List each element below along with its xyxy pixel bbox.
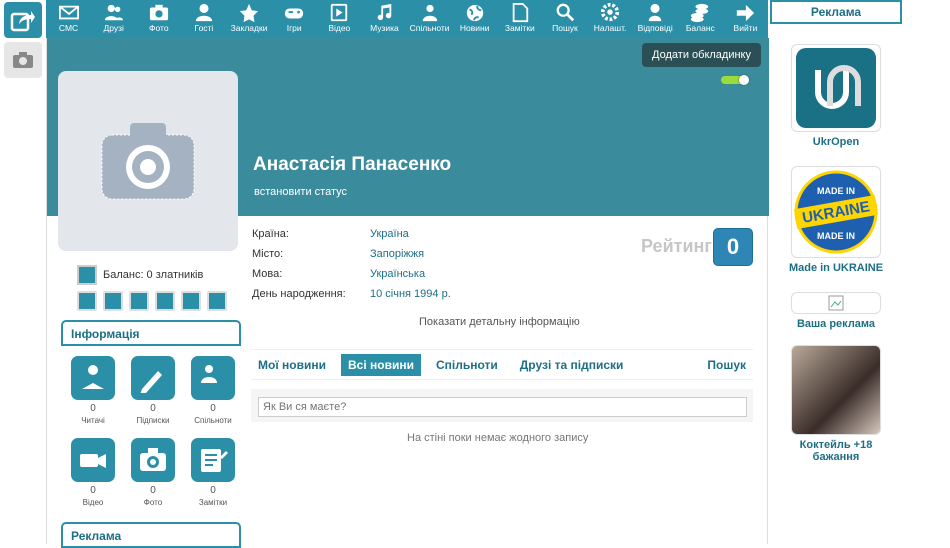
share-arrow-icon [10, 11, 35, 32]
nav-item-guest[interactable]: Гості [181, 0, 226, 38]
tab-3[interactable]: Друзі та підписки [513, 354, 631, 376]
left-strip [0, 0, 46, 544]
reader-icon [82, 365, 104, 389]
nav-item-search[interactable]: Пошук [542, 0, 587, 38]
camera-placeholder-icon [101, 123, 195, 200]
set-status-link[interactable]: встановити статус [254, 186, 347, 198]
svg-text:MADE IN: MADE IN [817, 231, 855, 241]
nav-item-play[interactable]: Відео [317, 0, 362, 38]
quick-actions [77, 291, 233, 311]
svg-text:MADE IN: MADE IN [817, 186, 855, 196]
ad-made-in-ukraine[interactable]: MADE IN UKRAINE MADE IN Made in UKRAINE [782, 166, 890, 274]
subscriptions-icon [140, 371, 162, 393]
top-navigation: СМС Друзі Фото Гості Закладки Ігри Відео Музика… [46, 0, 768, 38]
info-birthday: День народження: 10 січня 1994 р. [252, 288, 451, 300]
nav-item-music[interactable]: Музика [362, 0, 407, 38]
broken-image-icon [791, 292, 881, 314]
stat-community[interactable]: 0 Спільноти [190, 356, 236, 425]
ad-ukropen[interactable]: UkrOpen [782, 44, 890, 148]
ukropen-logo-icon [791, 44, 881, 132]
stat-photo-camera[interactable]: 0 Фото [130, 438, 176, 507]
info-language: Мова: Українська [252, 268, 426, 280]
globe-icon[interactable] [155, 291, 175, 311]
notepad-icon [201, 449, 228, 472]
ad-photo-image [791, 345, 881, 435]
nav-item-star[interactable]: Закладки [227, 0, 272, 38]
nav-item-exit-arrow[interactable]: Вийти [723, 0, 768, 38]
community-icon [201, 365, 217, 383]
music-icon [378, 3, 392, 21]
nav-item-note[interactable]: Замітки [497, 0, 542, 38]
photo-button[interactable] [4, 42, 42, 78]
answers-icon [648, 3, 662, 22]
mail-icon [58, 5, 79, 20]
camera-icon [149, 4, 168, 21]
tab-4[interactable]: Пошук [700, 354, 753, 376]
add-cover-button[interactable]: Додати обкладинку [642, 43, 761, 67]
ad-cocktail[interactable]: Коктейль +18 бажання [782, 345, 890, 463]
nav-item-globe[interactable]: Новини [452, 0, 497, 38]
community-icon [422, 4, 437, 22]
rating-label: Рейтинг [641, 236, 712, 256]
nav-item-friends[interactable]: Друзі [91, 0, 136, 38]
profile-main: Додати обкладинку Анастасія Панасенко вс… [46, 38, 769, 548]
post-area [251, 389, 753, 422]
show-details-link[interactable]: Показати детальну інформацію [419, 316, 580, 328]
empty-wall-text: На стіні поки немає жодного запису [407, 432, 589, 444]
profile-name: Анастасія Панасенко [253, 154, 452, 175]
ad-your-ad[interactable]: Ваша реклама [782, 292, 890, 330]
avatar[interactable] [58, 71, 238, 251]
globe-icon [466, 4, 483, 22]
stat-video-camera[interactable]: 0 Відео [70, 438, 116, 507]
exit-arrow-icon [737, 4, 755, 22]
cover-toggle[interactable] [721, 75, 749, 85]
share-button[interactable] [4, 2, 42, 38]
tab-1[interactable]: Всі новини [341, 353, 421, 376]
coins-icon [691, 3, 709, 23]
stat-reader[interactable]: 0 Читачі [70, 356, 116, 425]
post-input[interactable] [258, 397, 747, 417]
nav-item-gamepad[interactable]: Ігри [272, 0, 317, 38]
wallet-icon [77, 265, 97, 285]
search-icon [556, 3, 575, 22]
nav-item-answers[interactable]: Відповіді [633, 0, 678, 38]
edit-icon[interactable] [77, 291, 97, 311]
play-icon [331, 3, 348, 22]
wall-tabs: Мої новини Всі новини Спільноти Друзі та пі… [251, 349, 753, 380]
tab-0[interactable]: Мої новини [251, 354, 333, 376]
video-camera-icon [80, 454, 106, 468]
right-ads-header: Реклама [770, 0, 902, 24]
note-icon [512, 3, 528, 23]
camera-icon[interactable] [181, 291, 201, 311]
rating-badge[interactable]: 0 [713, 228, 753, 266]
tab-2[interactable]: Спільноти [429, 354, 505, 376]
photo-camera-icon [140, 448, 166, 471]
balance[interactable]: Баланс: 0 златників [77, 265, 203, 285]
gamepad-icon [285, 8, 304, 19]
pencil-icon[interactable] [103, 291, 123, 311]
camera-icon [13, 52, 33, 68]
friends-icon [104, 4, 123, 21]
info-city: Місто: Запоріжжя [252, 248, 425, 260]
star-icon [239, 3, 259, 23]
ads-section-header: Реклама [61, 522, 241, 548]
guest-icon [195, 3, 213, 22]
info-country: Країна: Україна [252, 228, 409, 240]
stat-subscriptions[interactable]: 0 Підписки [130, 356, 176, 425]
gift-icon[interactable] [129, 291, 149, 311]
nav-item-mail[interactable]: СМС [46, 0, 91, 38]
nav-item-coins[interactable]: Баланс [678, 0, 723, 38]
nav-item-camera[interactable]: Фото [136, 0, 181, 38]
nav-item-gear[interactable]: Налашт. [588, 0, 633, 38]
nav-item-community[interactable]: Спільноти [407, 0, 452, 38]
flag-icon[interactable] [207, 291, 227, 311]
stat-notepad[interactable]: 0 Замітки [190, 438, 236, 507]
info-section-header: Інформація [61, 320, 241, 346]
made-in-ukraine-badge-icon: MADE IN UKRAINE MADE IN [791, 166, 881, 258]
gear-icon [600, 3, 620, 22]
